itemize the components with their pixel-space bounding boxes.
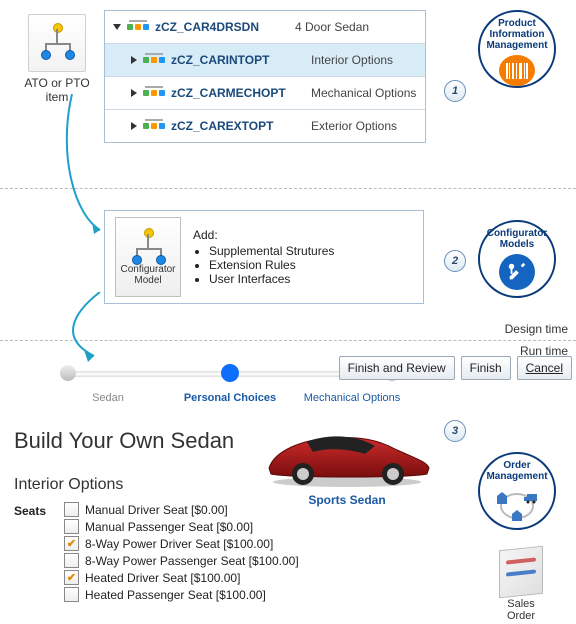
seat-option[interactable]: 8-Way Power Driver Seat [$100.00]: [64, 536, 299, 551]
seat-option[interactable]: Heated Driver Seat [$100.00]: [64, 570, 299, 585]
configurator-model-box: Configurator Model Add: Supplemental Str…: [104, 210, 424, 304]
pim-label: Product Information Management: [486, 18, 547, 51]
checkbox[interactable]: [64, 519, 79, 534]
item-code: zCZ_CAR4DRSDN: [155, 20, 295, 34]
tools-icon: [499, 254, 535, 290]
item-code: zCZ_CARMECHOPT: [171, 86, 311, 100]
seats-label: Seats: [14, 502, 64, 518]
seat-option-label: Heated Driver Seat [$100.00]: [85, 571, 240, 585]
step-label-sedan[interactable]: Sedan: [47, 392, 169, 404]
design-time-label: Design time: [505, 322, 568, 336]
finish-button[interactable]: Finish: [461, 356, 511, 380]
runtime-action-buttons: Finish and Review Finish Cancel: [339, 356, 572, 380]
expand-arrow-icon[interactable]: [131, 89, 137, 97]
sales-order-app: Sales Order: [492, 548, 550, 622]
item-code: zCZ_CAREXTOPT: [171, 119, 311, 133]
circle-configurator-models: Configurator Models: [478, 220, 556, 298]
cm-label: Configurator Models: [487, 228, 548, 250]
cancel-button-label: Cancel: [526, 361, 563, 375]
item-description: Interior Options: [311, 53, 393, 67]
car-icon: [257, 420, 437, 490]
item-tree-row[interactable]: zCZ_CARINTOPTInterior Options: [105, 44, 425, 77]
item-tree-row[interactable]: zCZ_CAREXTOPTExterior Options: [105, 110, 425, 142]
expand-arrow-icon[interactable]: [131, 122, 137, 130]
seat-option[interactable]: Manual Passenger Seat [$0.00]: [64, 519, 299, 534]
seat-option-label: Manual Passenger Seat [$0.00]: [85, 520, 253, 534]
configurator-model-app-icon: Configurator Model: [115, 217, 181, 297]
sales-order-label: Sales Order: [492, 598, 550, 622]
expand-arrow-icon[interactable]: [113, 24, 121, 30]
checkbox[interactable]: [64, 587, 79, 602]
expand-arrow-icon[interactable]: [131, 56, 137, 64]
checkbox[interactable]: [64, 536, 79, 551]
item-tree-table: zCZ_CAR4DRSDN4 Door SedanzCZ_CARINTOPTIn…: [104, 10, 426, 143]
add-bullet: Supplemental Strutures: [209, 244, 334, 258]
cancel-button[interactable]: Cancel: [517, 356, 572, 380]
checkbox[interactable]: [64, 502, 79, 517]
seat-option[interactable]: Heated Passenger Seat [$100.00]: [64, 587, 299, 602]
add-heading: Add:: [193, 228, 334, 242]
item-type-icon: [127, 20, 149, 34]
car-name: Sports Sedan: [254, 493, 440, 507]
item-tree-row[interactable]: zCZ_CARMECHOPTMechanical Options: [105, 77, 425, 110]
item-description: Mechanical Options: [311, 86, 416, 100]
step-label-mechanical-options[interactable]: Mechanical Options: [291, 392, 413, 404]
seat-option-label: Manual Driver Seat [$0.00]: [85, 503, 228, 517]
step-number-2: 2: [444, 250, 466, 272]
om-label: Order Management: [486, 460, 547, 482]
item-description: 4 Door Sedan: [295, 20, 369, 34]
checkbox[interactable]: [64, 553, 79, 568]
ato-pto-item: ATO or PTO item: [20, 14, 94, 104]
add-bullet: User Interfaces: [209, 272, 334, 286]
item-type-icon: [143, 119, 165, 133]
item-type-icon: [143, 53, 165, 67]
seat-option-label: Heated Passenger Seat [$100.00]: [85, 588, 266, 602]
seat-option-label: 8-Way Power Driver Seat [$100.00]: [85, 537, 273, 551]
step-dot-sedan[interactable]: [60, 365, 76, 381]
add-bullet-list: Supplemental StruturesExtension RulesUse…: [209, 244, 334, 286]
item-type-icon: [143, 86, 165, 100]
step-dot-personal-choices[interactable]: [221, 364, 239, 382]
seat-option[interactable]: 8-Way Power Passenger Seat [$100.00]: [64, 553, 299, 568]
step-number-1: 1: [444, 80, 466, 102]
sales-order-icon: [499, 546, 543, 599]
order-management-icon: [493, 486, 541, 526]
item-description: Exterior Options: [311, 119, 397, 133]
circle-product-information-management: Product Information Management: [478, 10, 556, 88]
circle-order-management: Order Management: [478, 452, 556, 530]
add-bullet: Extension Rules: [209, 258, 334, 272]
car-preview: Sports Sedan: [254, 420, 440, 507]
seat-options-group: Manual Driver Seat [$0.00] Manual Passeng…: [64, 502, 299, 602]
finish-and-review-button[interactable]: Finish and Review: [339, 356, 455, 380]
flow-arrow-1: [64, 94, 104, 234]
step-label-personal-choices[interactable]: Personal Choices: [169, 392, 291, 404]
checkbox[interactable]: [64, 570, 79, 585]
item-code: zCZ_CARINTOPT: [171, 53, 311, 67]
configurator-model-icon-label: Configurator Model: [120, 264, 175, 286]
barcode-icon: [499, 55, 535, 86]
seat-option-label: 8-Way Power Passenger Seat [$100.00]: [85, 554, 299, 568]
item-tree-row[interactable]: zCZ_CAR4DRSDN4 Door Sedan: [105, 11, 425, 44]
ato-tree-icon: [28, 14, 86, 72]
